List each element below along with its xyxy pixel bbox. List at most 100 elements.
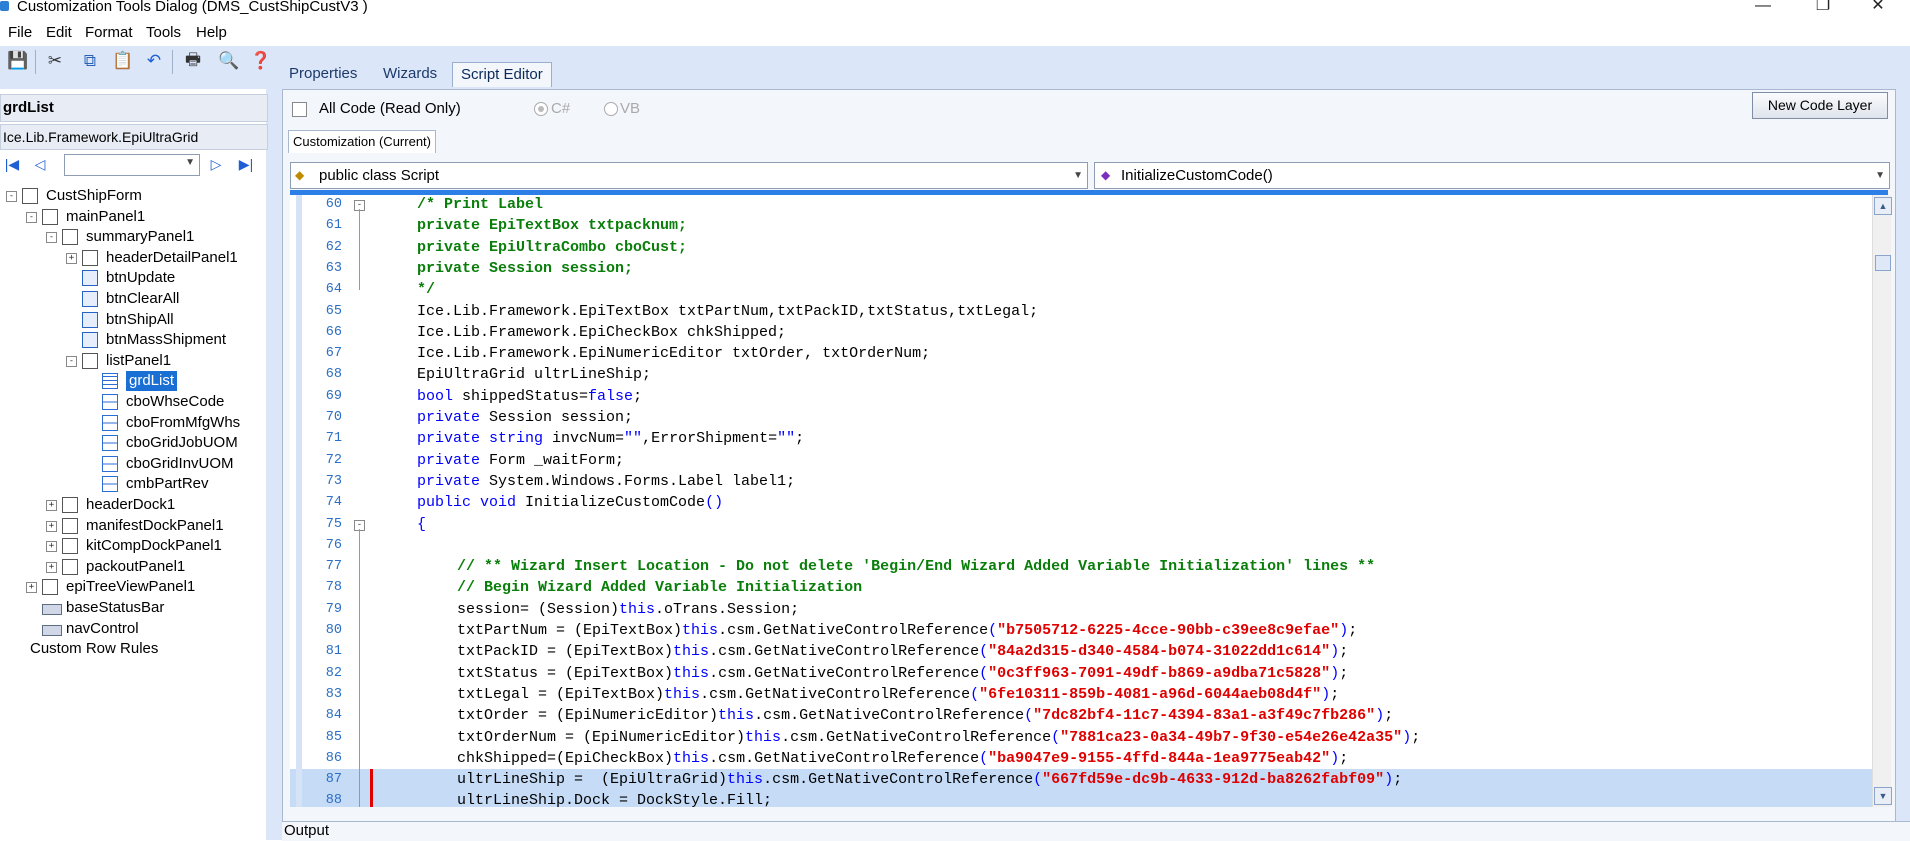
code-line[interactable]: 86 chkShipped=(EpiCheckBox)this.csm.GetNa… bbox=[290, 748, 1872, 769]
splitter[interactable] bbox=[266, 89, 282, 840]
copy-icon[interactable]: ⧉ bbox=[79, 50, 101, 72]
tree-item[interactable]: - listPanel1 bbox=[0, 351, 264, 371]
expand-icon[interactable]: + bbox=[26, 582, 37, 594]
print-preview-icon[interactable]: 🔍 bbox=[218, 50, 240, 72]
save-icon[interactable]: 💾 bbox=[7, 50, 29, 72]
collapse-icon[interactable]: - bbox=[46, 232, 57, 244]
next-record-icon[interactable]: ▷ bbox=[206, 154, 226, 174]
tree-item[interactable]: cboWhseCode bbox=[0, 392, 264, 412]
menu-format[interactable]: Format bbox=[85, 24, 133, 41]
class-dropdown[interactable]: ◆ public class Script ▼ bbox=[290, 162, 1088, 189]
code-line[interactable]: 72 private Form _waitForm; bbox=[290, 450, 1872, 471]
collapse-icon[interactable]: - bbox=[26, 211, 37, 223]
tab-wizards[interactable]: Wizards bbox=[375, 62, 445, 86]
tree-item[interactable]: btnShipAll bbox=[0, 310, 264, 330]
collapse-icon[interactable]: - bbox=[66, 355, 77, 367]
tree-item[interactable]: grdList bbox=[0, 371, 264, 392]
code-line[interactable]: 62 private EpiUltraCombo cboCust; bbox=[290, 237, 1872, 258]
code-line[interactable]: 81 txtPackID = (EpiTextBox)this.csm.GetNa… bbox=[290, 641, 1872, 662]
undo-icon[interactable]: ↶ bbox=[143, 50, 165, 72]
expand-icon[interactable]: + bbox=[66, 252, 77, 264]
vertical-scrollbar[interactable]: ▲ ▼ bbox=[1872, 195, 1892, 807]
code-line[interactable]: 70 private Session session; bbox=[290, 407, 1872, 428]
code-editor[interactable]: 60-/* Print Label 61 private EpiTextBox tx… bbox=[290, 195, 1872, 807]
code-line[interactable]: 88 ultrLineShip.Dock = DockStyle.Fill; bbox=[290, 790, 1872, 807]
output-panel[interactable] bbox=[282, 821, 1910, 841]
scroll-down-icon[interactable]: ▼ bbox=[1874, 787, 1892, 805]
expand-icon[interactable]: + bbox=[46, 541, 57, 553]
tree-item[interactable]: - CustShipForm bbox=[0, 186, 264, 206]
code-line[interactable]: 63 private Session session; bbox=[290, 258, 1872, 279]
tree-item[interactable]: cmbPartRev bbox=[0, 474, 264, 494]
tree-item[interactable]: + kitCompDockPanel1 bbox=[0, 536, 264, 556]
code-line[interactable]: 76 bbox=[290, 535, 1872, 556]
menu-help[interactable]: Help bbox=[196, 24, 227, 41]
close-button[interactable]: ✕ bbox=[1855, 0, 1901, 17]
tab-customization-current[interactable]: Customization (Current) bbox=[288, 130, 436, 153]
tree-item[interactable]: + epiTreeViewPanel1 bbox=[0, 577, 264, 597]
code-line[interactable]: 64 */ bbox=[290, 279, 1872, 300]
code-line[interactable]: 78 // Begin Wizard Added Variable Initial… bbox=[290, 577, 1872, 598]
method-dropdown[interactable]: ◆ InitializeCustomCode() ▼ bbox=[1094, 162, 1890, 189]
code-line[interactable]: 71 private string invcNum="",ErrorShipmen… bbox=[290, 428, 1872, 449]
paste-icon[interactable]: 📋 bbox=[112, 50, 134, 72]
tree-item[interactable]: + packoutPanel1 bbox=[0, 557, 264, 577]
code-line[interactable]: 68 EpiUltraGrid ultrLineShip; bbox=[290, 364, 1872, 385]
vb-radio[interactable] bbox=[604, 102, 618, 116]
scroll-thumb[interactable] bbox=[1875, 255, 1891, 271]
tree-item[interactable]: cboGridJobUOM bbox=[0, 433, 264, 453]
code-line[interactable]: 83 txtLegal = (EpiTextBox)this.csm.GetNat… bbox=[290, 684, 1872, 705]
tab-properties[interactable]: Properties bbox=[281, 62, 365, 86]
code-line[interactable]: 79 session= (Session)this.oTrans.Session; bbox=[290, 599, 1872, 620]
cut-icon[interactable]: ✂ bbox=[44, 50, 66, 72]
control-tree[interactable]: - CustShipForm - mainPanel1- summaryPanel1 + h… bbox=[0, 186, 264, 659]
code-line[interactable]: 61 private EpiTextBox txtpacknum; bbox=[290, 215, 1872, 236]
restore-button[interactable]: ❐ bbox=[1800, 0, 1846, 17]
code-line[interactable]: 82 txtStatus = (EpiTextBox)this.csm.GetNa… bbox=[290, 663, 1872, 684]
menu-tools[interactable]: Tools bbox=[146, 24, 181, 41]
minimize-button[interactable]: — bbox=[1740, 0, 1786, 17]
menu-file[interactable]: File bbox=[8, 24, 32, 41]
print-icon[interactable]: 🖶 bbox=[182, 50, 204, 72]
last-record-icon[interactable]: ▶| bbox=[236, 154, 256, 174]
tree-item[interactable]: cboFromMfgWhs bbox=[0, 413, 264, 433]
all-code-checkbox[interactable] bbox=[292, 102, 307, 117]
tree-item[interactable]: btnMassShipment bbox=[0, 330, 264, 350]
tree-item[interactable]: + headerDock1 bbox=[0, 495, 264, 515]
tree-item[interactable]: btnClearAll bbox=[0, 289, 264, 309]
code-line[interactable]: 75-{ bbox=[290, 514, 1872, 535]
help-icon[interactable]: ❓ bbox=[250, 50, 272, 72]
code-line[interactable]: 77 // ** Wizard Insert Location - Do not … bbox=[290, 556, 1872, 577]
code-line[interactable]: 67 Ice.Lib.Framework.EpiNumericEditor txt… bbox=[290, 343, 1872, 364]
tree-item[interactable]: - mainPanel1 bbox=[0, 207, 264, 227]
code-line[interactable]: 84 txtOrder = (EpiNumericEditor)this.csm.… bbox=[290, 705, 1872, 726]
tree-item[interactable]: Custom Row Rules bbox=[0, 639, 264, 659]
tab-script-editor[interactable]: Script Editor bbox=[452, 62, 552, 87]
code-line[interactable]: 87 ultrLineShip = (EpiUltraGrid)this.csm.… bbox=[290, 769, 1872, 791]
tree-item[interactable]: + headerDetailPanel1 bbox=[0, 248, 264, 268]
tree-item[interactable]: cboGridInvUOM bbox=[0, 454, 264, 474]
expand-icon[interactable]: + bbox=[46, 561, 57, 573]
tree-item[interactable]: navControl bbox=[0, 619, 264, 639]
code-line[interactable]: 69 bool shippedStatus=false; bbox=[290, 386, 1872, 407]
control-selector[interactable]: ▼ bbox=[64, 154, 200, 176]
tree-item[interactable]: + manifestDockPanel1 bbox=[0, 516, 264, 536]
menu-edit[interactable]: Edit bbox=[46, 24, 72, 41]
code-line[interactable]: 74 public void InitializeCustomCode() bbox=[290, 492, 1872, 513]
previous-record-icon[interactable]: ◁ bbox=[30, 154, 50, 174]
collapse-icon[interactable]: - bbox=[6, 191, 17, 202]
expand-icon[interactable]: + bbox=[46, 520, 57, 532]
code-line[interactable]: 66 Ice.Lib.Framework.EpiCheckBox chkShipp… bbox=[290, 322, 1872, 343]
csharp-radio[interactable] bbox=[534, 102, 548, 116]
new-code-layer-button[interactable]: New Code Layer bbox=[1752, 92, 1888, 119]
tree-item[interactable]: btnUpdate bbox=[0, 268, 264, 288]
tree-item[interactable]: baseStatusBar bbox=[0, 598, 264, 618]
code-line[interactable]: 65 Ice.Lib.Framework.EpiTextBox txtPartNu… bbox=[290, 301, 1872, 322]
code-line[interactable]: 73 private System.Windows.Forms.Label lab… bbox=[290, 471, 1872, 492]
scroll-up-icon[interactable]: ▲ bbox=[1874, 197, 1892, 215]
code-line[interactable]: 80 txtPartNum = (EpiTextBox)this.csm.GetN… bbox=[290, 620, 1872, 641]
first-record-icon[interactable]: |◀ bbox=[2, 154, 22, 174]
code-line[interactable]: 60-/* Print Label bbox=[290, 195, 1872, 215]
tree-item[interactable]: - summaryPanel1 bbox=[0, 227, 264, 247]
code-line[interactable]: 85 txtOrderNum = (EpiNumericEditor)this.c… bbox=[290, 727, 1872, 748]
